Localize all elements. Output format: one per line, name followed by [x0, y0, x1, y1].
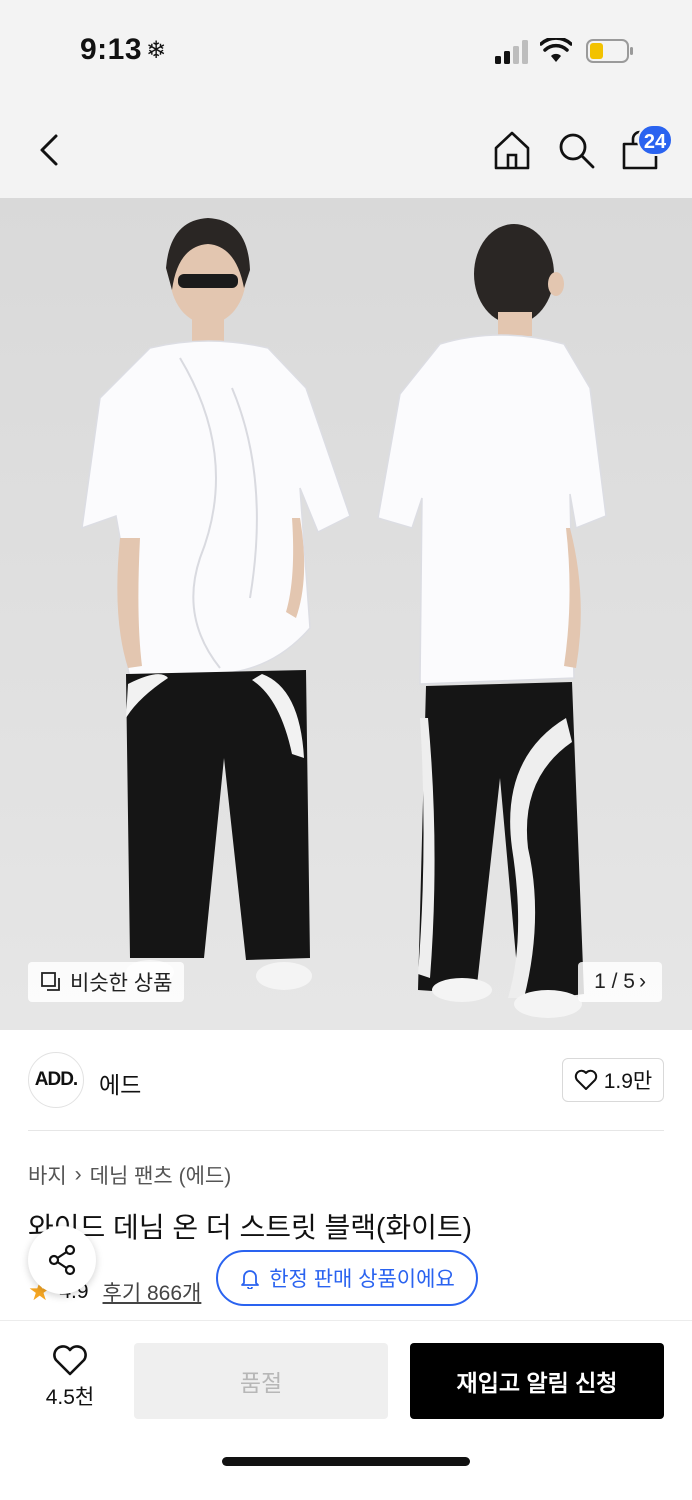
wishlist-count: 4.5천	[45, 1386, 95, 1409]
home-icon[interactable]	[490, 128, 534, 172]
share-icon	[48, 1244, 76, 1276]
limited-sale-chip[interactable]: 한정 판매 상품이에요	[216, 1250, 478, 1306]
brand-like-button[interactable]: 1.9만	[562, 1058, 664, 1102]
back-arrow-icon[interactable]	[30, 128, 70, 172]
product-image-gallery[interactable]: 비슷한 상품 1 / 5 ›	[0, 198, 692, 1030]
heart-icon	[53, 1345, 87, 1376]
search-icon[interactable]	[554, 128, 598, 172]
status-time: 9:13	[80, 33, 143, 66]
brand-logo[interactable]: ADD.	[28, 1052, 84, 1108]
review-count-link[interactable]: 후기 866개	[103, 1277, 202, 1307]
bottom-action-bar: 4.5천 품절 재입고 알림 신청	[0, 1320, 692, 1500]
heart-icon	[574, 1069, 597, 1090]
bell-icon	[241, 1270, 260, 1289]
brand-name[interactable]: 에드	[99, 1066, 141, 1100]
breadcrumb-category[interactable]: 바지	[28, 1160, 67, 1190]
chevron-right-icon: ›	[74, 1163, 82, 1186]
divider	[28, 1130, 664, 1131]
product-title: 와이드 데님 온 더 스트릿 블랙(화이트)	[28, 1212, 472, 1243]
snowflake-icon: ❄	[146, 37, 167, 64]
battery-icon	[586, 39, 633, 63]
status-bar: 9:13 ❄	[0, 0, 692, 100]
similar-products-label: 비슷한 상품	[70, 972, 173, 995]
breadcrumb: 바지 › 데님 팬츠 (에드)	[28, 1160, 231, 1190]
brand-like-count: 1.9만	[603, 1070, 653, 1093]
image-pager-label: 1 / 5	[594, 970, 635, 993]
brand-row[interactable]: ADD. 에드 1.9만	[0, 1030, 692, 1130]
limited-sale-label: 한정 판매 상품이에요	[269, 1268, 455, 1291]
cart-count-badge: 24	[637, 124, 673, 156]
top-navbar: 24	[0, 100, 692, 198]
home-indicator	[222, 1457, 470, 1466]
breadcrumb-subcategory[interactable]: 데님 팬츠 (에드)	[90, 1160, 232, 1190]
restock-alert-button[interactable]: 재입고 알림 신청	[410, 1343, 664, 1419]
wifi-icon	[540, 38, 572, 62]
product-photo	[81, 218, 607, 1018]
cellular-signal-icon	[495, 40, 528, 64]
similar-items-icon	[41, 972, 60, 991]
chevron-right-icon: ›	[638, 970, 646, 993]
share-button[interactable]	[28, 1226, 96, 1294]
image-pager[interactable]: 1 / 5 ›	[578, 962, 662, 1002]
soldout-button: 품절	[134, 1343, 388, 1419]
similar-products-button[interactable]: 비슷한 상품	[28, 962, 185, 1002]
wishlist-button[interactable]: 4.5천	[30, 1345, 110, 1415]
